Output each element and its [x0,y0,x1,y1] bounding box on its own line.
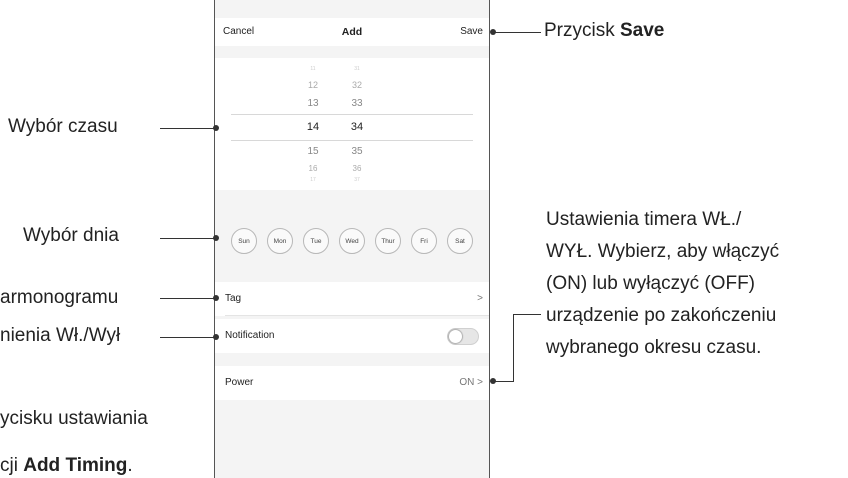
day-mon-button[interactable]: Mon [267,228,293,254]
minute-option[interactable]: 32 [337,80,377,90]
callout-timer-line: Ustawienia timera WŁ./ [546,209,742,230]
tag-label: Tag [225,293,242,304]
callout-save-bold: Save [620,20,665,41]
day-selector: Sun Mon Tue Wed Thur Fri Sat [215,228,489,256]
time-picker[interactable]: 11 12 13 14 15 16 17 31 32 33 34 35 36 3… [215,58,489,190]
callout-dot [213,334,219,340]
phone-screen: Cancel Add Save 11 12 13 14 15 16 17 31 … [214,0,490,478]
callout-line [160,238,216,239]
picker-selection-top-line [231,114,473,115]
callout-onoff: nienia Wł./Wył [0,325,121,346]
callout-schedule: armonogramu [0,287,119,308]
toggle-knob [449,330,462,343]
callout-line [160,337,216,338]
hour-option[interactable]: 12 [293,80,333,90]
minute-option[interactable]: 33 [337,98,377,109]
callout-day: Wybór dnia [23,225,119,246]
hour-option[interactable]: 15 [293,146,333,157]
callout-add-timing-bold: Add Timing [23,455,128,476]
callout-dot [213,125,219,131]
callout-save-text: Przycisk [544,20,620,41]
minute-selected[interactable]: 34 [337,121,377,133]
hour-option[interactable]: 16 [293,164,333,173]
save-button[interactable]: Save [460,26,483,37]
callout-line [160,128,216,129]
callout-dot [213,235,219,241]
power-value: ON > [459,377,483,388]
picker-selection-bottom-line [231,140,473,141]
day-fri-button[interactable]: Fri [411,228,437,254]
power-label: Power [225,377,254,388]
callout-add-button: ycisku ustawiania [0,408,148,429]
callout-line [160,298,216,299]
callout-line [493,32,541,33]
callout-line [513,314,541,315]
callout-time: Wybór czasu [8,116,118,137]
notification-row: Notification [215,319,489,353]
callout-timer-line: wybranego okresu czasu. [546,337,762,358]
callout-timer-line: (ON) lub wyłączyć (OFF) [546,273,755,294]
hour-selected[interactable]: 14 [293,121,333,133]
nav-bar: Cancel Add Save [215,18,489,46]
notification-label: Notification [225,330,275,341]
callout-line [493,381,513,382]
day-sat-button[interactable]: Sat [447,228,473,254]
callout-timer-line: urządzenie po zakończeniu [546,305,777,326]
day-wed-button[interactable]: Wed [339,228,365,254]
row-divider [225,315,489,316]
day-thur-button[interactable]: Thur [375,228,401,254]
callout-add-timing-suffix: . [127,455,133,476]
minute-option[interactable]: 36 [337,164,377,173]
day-tue-button[interactable]: Tue [303,228,329,254]
callout-save: Przycisk Save [544,20,664,42]
hour-option[interactable]: 17 [293,177,333,183]
callout-line [513,314,514,382]
hour-option[interactable]: 13 [293,98,333,109]
day-sun-button[interactable]: Sun [231,228,257,254]
minute-option[interactable]: 31 [337,66,377,72]
power-row[interactable]: Power ON > [215,366,489,400]
callout-dot [213,295,219,301]
callout-add-timing-text: cji [0,455,24,476]
minute-option[interactable]: 35 [337,146,377,157]
callout-timer: Ustawienia timera WŁ./ WYŁ. Wybierz, aby… [546,204,779,364]
callout-add-timing: cji Add Timing. [0,455,133,477]
page-title: Add [341,26,363,38]
notification-toggle[interactable] [447,328,479,345]
chevron-right-icon: > [477,293,483,304]
callout-timer-line: WYŁ. Wybierz, aby włączyć [546,241,780,262]
minute-option[interactable]: 37 [337,177,377,183]
tag-row[interactable]: Tag > [215,282,489,316]
hour-option[interactable]: 11 [293,66,333,72]
